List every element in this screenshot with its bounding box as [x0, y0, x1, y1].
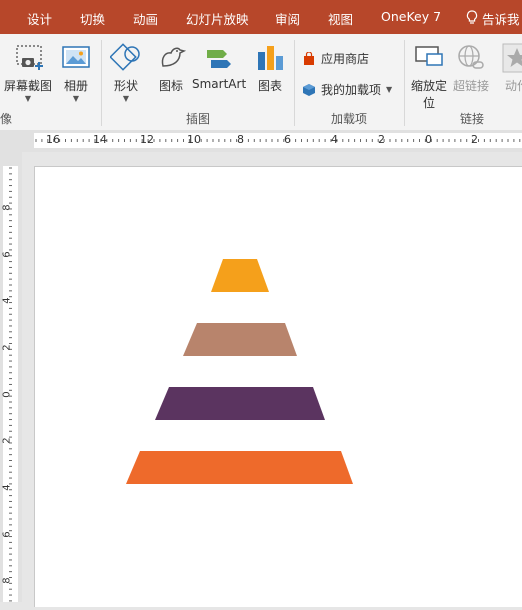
- ruler-label: 2: [378, 133, 385, 146]
- ribbon-tab-bar: 设计 切换 动画 幻灯片放映 审阅 视图 OneKey 7 告诉我: [0, 0, 522, 34]
- tab-animations[interactable]: 动画: [133, 9, 158, 28]
- ruler-label: 14: [93, 133, 107, 146]
- addins-icon: [303, 83, 315, 96]
- tab-design[interactable]: 设计: [27, 9, 52, 28]
- vertical-ruler: 8 6 4 2 0 2 4 6 8: [0, 152, 22, 602]
- chart-icon: [258, 46, 283, 70]
- chart-label: 图表: [257, 79, 282, 93]
- addins-group-label: 加载项: [331, 112, 368, 126]
- album-label: 相册: [63, 79, 88, 93]
- lightbulb-icon[interactable]: [466, 10, 478, 28]
- ruler-label: 0: [425, 133, 432, 146]
- my-addins-button[interactable]: 我的加载项 ▼: [302, 81, 392, 98]
- screenshot-label: 屏幕截图: [4, 79, 53, 93]
- ruler-label: 6: [284, 133, 291, 146]
- chart-button[interactable]: 图表: [254, 42, 286, 94]
- ruler-label: 4: [1, 484, 13, 491]
- pyramid-tier-1[interactable]: [211, 259, 269, 292]
- zoom-label-2: 位: [423, 96, 436, 110]
- hyperlink-label: 超链接: [453, 79, 490, 93]
- chevron-down-icon: ▼: [24, 94, 32, 103]
- ruler-label: 6: [1, 531, 13, 538]
- globe-link-icon: [458, 45, 484, 69]
- ruler-label: 8: [1, 204, 13, 211]
- ruler-label: 2: [1, 344, 13, 351]
- tab-slideshow[interactable]: 幻灯片放映: [186, 9, 249, 28]
- bird-icon: [161, 47, 187, 67]
- my-addins-label: 我的加载项: [321, 83, 382, 97]
- tab-onekey[interactable]: OneKey 7: [381, 9, 441, 24]
- illustrations-group-label: 插图: [186, 112, 211, 126]
- pyramid-tier-4[interactable]: [126, 451, 353, 484]
- store-button[interactable]: 应用商店: [302, 50, 369, 67]
- ruler-label: 6: [1, 251, 13, 258]
- shapes-icon: [110, 43, 140, 71]
- smartart-button[interactable]: SmartArt: [192, 42, 246, 91]
- store-icon: [304, 51, 314, 65]
- tab-view[interactable]: 视图: [328, 9, 353, 28]
- ruler-ticks: [35, 139, 521, 142]
- photo-album-button[interactable]: 相册 ▼: [60, 42, 92, 104]
- ruler-label: 8: [237, 133, 244, 146]
- ruler-label: 2: [471, 133, 478, 146]
- action-label: 动作: [504, 79, 522, 93]
- pyramid-shapes: [126, 259, 353, 484]
- pyramid-tier-2[interactable]: [183, 323, 297, 356]
- zoom-label: 缩放定: [411, 79, 448, 93]
- smartart-icon: [207, 50, 232, 68]
- ruler-label: 16: [46, 133, 60, 146]
- smartart-label: SmartArt: [192, 77, 247, 91]
- tell-me-search[interactable]: 告诉我: [482, 9, 520, 28]
- horizontal-ruler: 16 14 12 10 8 6 4 2 0 2: [0, 130, 522, 153]
- ruler-label: 12: [140, 133, 154, 146]
- action-button[interactable]: 动作: [501, 42, 522, 94]
- ruler-track: [34, 133, 522, 148]
- chevron-down-icon: ▼: [72, 94, 80, 103]
- ruler-label: 4: [331, 133, 338, 146]
- ruler-label: 10: [187, 133, 201, 146]
- icons-button[interactable]: 图标: [155, 42, 187, 94]
- tab-review[interactable]: 审阅: [275, 9, 300, 28]
- star-icon: [502, 43, 522, 73]
- ruler-label: 0: [1, 391, 13, 398]
- slide-editing-area[interactable]: [22, 152, 522, 607]
- shapes-label: 形状: [113, 79, 138, 93]
- zoom-button[interactable]: 缩放定 位: [411, 42, 447, 111]
- group-divider: [101, 40, 102, 126]
- tab-transitions[interactable]: 切换: [80, 9, 105, 28]
- shapes-button[interactable]: 形状 ▼: [110, 42, 142, 104]
- photo-album-icon: [62, 46, 90, 68]
- zoom-icon: [415, 46, 443, 66]
- chevron-down-icon: ▼: [386, 84, 393, 94]
- screenshot-button[interactable]: 屏幕截图 ▼: [4, 42, 52, 104]
- hyperlink-button[interactable]: 超链接: [453, 42, 489, 94]
- links-group-label: 链接: [460, 112, 485, 126]
- ruler-label: 4: [1, 297, 13, 304]
- group-divider: [294, 40, 295, 126]
- pyramid-tier-3[interactable]: [155, 387, 325, 420]
- group-divider: [404, 40, 405, 126]
- ribbon-insert: 屏幕截图 ▼ 相册 ▼ 像 形状 ▼ 图标 SmartArt 图表 插图 应用商…: [0, 34, 522, 131]
- ruler-label: 8: [1, 577, 13, 584]
- icons-label: 图标: [158, 79, 183, 93]
- screenshot-icon: [16, 45, 43, 70]
- store-label: 应用商店: [321, 52, 370, 66]
- ruler-label: 2: [1, 437, 13, 444]
- slide-canvas[interactable]: [34, 166, 522, 607]
- chevron-down-icon: ▼: [122, 94, 130, 103]
- images-group-label: 像: [0, 112, 13, 126]
